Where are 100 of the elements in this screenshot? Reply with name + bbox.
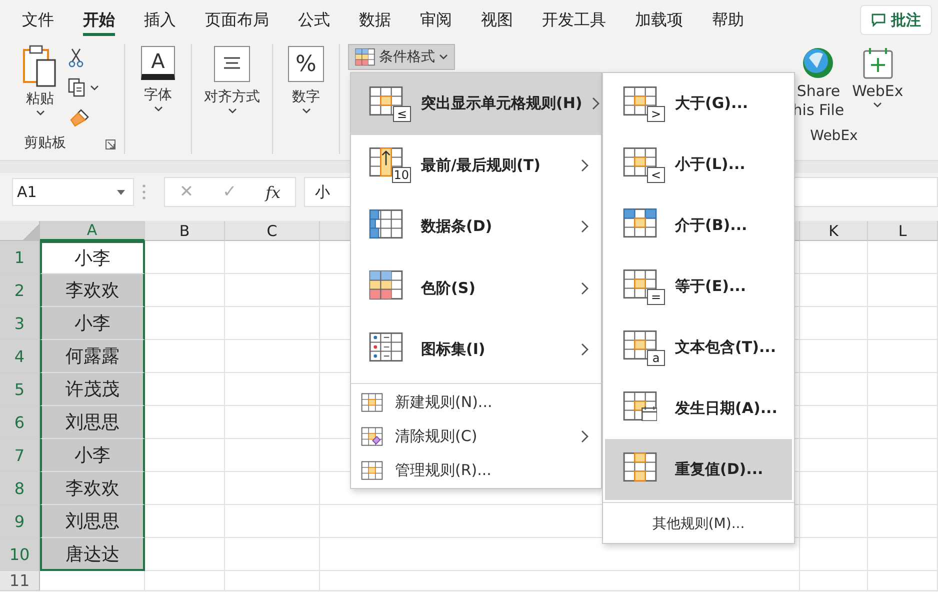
- alignment-button[interactable]: 对齐方式: [204, 46, 260, 154]
- menu-item[interactable]: 色阶(S): [351, 258, 601, 319]
- name-box[interactable]: A1: [12, 178, 134, 206]
- table-cell: [868, 505, 938, 538]
- table-rule-icon: [623, 452, 657, 482]
- row-header[interactable]: 7: [0, 439, 40, 472]
- row-header[interactable]: 10: [0, 538, 40, 571]
- table-cell: 刘思思: [40, 406, 145, 439]
- column-header[interactable]: A: [40, 221, 145, 241]
- menu-item[interactable]: 新建规则(N)...: [351, 386, 601, 420]
- row-header[interactable]: 8: [0, 472, 40, 505]
- table-cell: 李欢欢: [40, 274, 145, 307]
- dialog-launcher-icon[interactable]: [105, 139, 116, 150]
- ribbon-tab[interactable]: 帮助: [712, 4, 744, 36]
- conditional-format-button[interactable]: 条件格式: [348, 44, 455, 70]
- icon-badge: ≤: [393, 106, 411, 122]
- menu-item[interactable]: > 大于(G)...: [605, 73, 792, 134]
- menu-item[interactable]: a 文本包含(T)...: [605, 317, 792, 378]
- menu-item[interactable]: < 小于(L)...: [605, 134, 792, 195]
- menu-item[interactable]: 10 最前/最后规则(T): [351, 134, 601, 196]
- chevron-icon: [154, 106, 162, 112]
- glyph-icon: A: [141, 46, 175, 80]
- row-header[interactable]: 3: [0, 307, 40, 340]
- chevron-icon: [90, 85, 99, 91]
- icon-badge: 10: [392, 167, 411, 184]
- align-lines-icon: [214, 46, 250, 82]
- menu-item[interactable]: 重复值(D)...: [605, 439, 792, 500]
- font-button[interactable]: A 字体: [141, 46, 175, 154]
- table-cell: [868, 340, 938, 373]
- ribbon-tab[interactable]: 开发工具: [542, 4, 606, 36]
- table-cell: [868, 439, 938, 472]
- menu-item[interactable]: 清除规则(C): [351, 420, 601, 454]
- paste-button[interactable]: 粘贴: [22, 44, 58, 134]
- ribbon-tab[interactable]: 开始: [83, 4, 115, 36]
- table-cell: 小李: [40, 307, 145, 340]
- ribbon-tab[interactable]: 页面布局: [205, 4, 269, 36]
- table-rule-icon: [623, 208, 657, 238]
- share-label: Share: [796, 82, 840, 101]
- column-header[interactable]: B: [145, 221, 225, 241]
- table-cell: [868, 307, 938, 340]
- chevron-icon: [439, 54, 448, 60]
- table-rule-icon: [369, 332, 403, 362]
- scissors-icon[interactable]: [68, 48, 84, 68]
- ribbon-tab[interactable]: 审阅: [420, 4, 452, 36]
- column-header[interactable]: L: [868, 221, 938, 241]
- menu-item[interactable]: ≤ 突出显示单元格规则(H): [351, 73, 601, 134]
- table-cell: 何露露: [40, 340, 145, 373]
- row-header[interactable]: 1: [0, 241, 40, 274]
- table-cell: 唐达达: [40, 538, 145, 571]
- icon-badge: >: [647, 106, 665, 122]
- menu-item[interactable]: 发生日期(A)...: [605, 378, 792, 439]
- chevron-icon: [873, 102, 882, 108]
- chevron-icon: [228, 108, 236, 114]
- glyph-icon: %: [288, 46, 324, 82]
- table-rule-icon: [361, 392, 383, 412]
- row-header[interactable]: 11: [0, 571, 40, 591]
- table-icon: [355, 48, 375, 66]
- menu-item[interactable]: 图标集(I): [351, 319, 601, 380]
- table-cell: 小李: [40, 241, 145, 274]
- table-rule-icon: [361, 426, 383, 446]
- ribbon-tab[interactable]: 数据: [359, 4, 391, 36]
- menu-item[interactable]: 介于(B)...: [605, 195, 792, 256]
- menu-item[interactable]: 管理规则(R)...: [351, 454, 601, 488]
- more-rules-item[interactable]: 其他规则(M)...: [603, 505, 794, 543]
- paintbrush-icon[interactable]: [68, 108, 90, 128]
- ribbon-tab[interactable]: 公式: [298, 4, 330, 36]
- icon-badge: a: [647, 350, 665, 366]
- number-button[interactable]: % 数字: [288, 46, 324, 154]
- insert-function-button[interactable]: fx: [266, 182, 281, 202]
- ribbon-tab[interactable]: 加载项: [635, 4, 683, 36]
- calendar-plus-icon: [862, 46, 894, 80]
- webex-button[interactable]: WebEx: [852, 46, 904, 108]
- column-header[interactable]: K: [800, 221, 868, 241]
- table-cell: 刘思思: [40, 505, 145, 538]
- grip-icon: [142, 184, 146, 200]
- ribbon-tab[interactable]: 文件: [22, 4, 54, 36]
- comments-button[interactable]: 批注: [860, 5, 932, 35]
- row-header[interactable]: 5: [0, 373, 40, 406]
- dropdown-icon[interactable]: [117, 190, 125, 194]
- chevron-icon: [302, 108, 310, 114]
- row-header[interactable]: 9: [0, 505, 40, 538]
- globe-icon: [801, 46, 836, 80]
- column-header[interactable]: C: [225, 221, 320, 241]
- row-header[interactable]: 6: [0, 406, 40, 439]
- table-cell: [868, 538, 938, 571]
- table-rule-icon: [623, 390, 657, 420]
- row-header[interactable]: 2: [0, 274, 40, 307]
- table-cell: [800, 538, 868, 571]
- group-label: WebEx: [810, 128, 858, 146]
- menu-item[interactable]: 数据条(D): [351, 196, 601, 258]
- copy-icon[interactable]: [68, 78, 86, 98]
- row-header[interactable]: 4: [0, 340, 40, 373]
- table-rule-icon: [361, 460, 383, 480]
- group-label: 剪贴板: [24, 134, 66, 153]
- table-cell: [868, 241, 938, 274]
- ribbon-tab[interactable]: 插入: [144, 4, 176, 36]
- table-cell: 小李: [40, 439, 145, 472]
- ribbon-tab[interactable]: 视图: [481, 4, 513, 36]
- menu-item[interactable]: = 等于(E)...: [605, 256, 792, 317]
- table-cell: [800, 472, 868, 505]
